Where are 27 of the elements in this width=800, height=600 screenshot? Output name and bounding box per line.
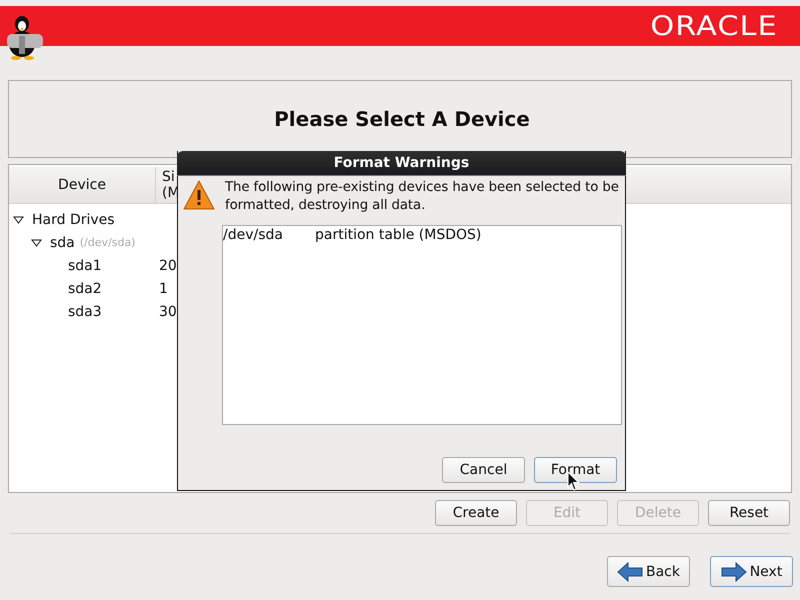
warning-message: The following pre-existing devices have been selected to be formatted, destroying all data. <box>225 179 619 215</box>
size-cell: 30 <box>159 304 177 320</box>
warning-icon <box>183 180 215 210</box>
page-title: Please Select A Device <box>273 107 530 131</box>
column-header[interactable]: Device <box>9 167 156 203</box>
back-button[interactable]: Back <box>607 556 690 587</box>
action-button[interactable]: Reset <box>708 500 790 526</box>
dialog-title: Format Warnings <box>334 155 470 171</box>
next-button[interactable]: Next <box>710 556 793 587</box>
description-cell: partition table (MSDOS) <box>315 227 482 243</box>
right-arrow-icon <box>720 562 747 582</box>
device-name[interactable]: sda3 <box>68 304 102 320</box>
expander-icon[interactable] <box>31 238 42 246</box>
device-name[interactable]: sda <box>50 234 75 250</box>
size-cell: 20 <box>159 258 177 274</box>
action-button[interactable]: Create <box>435 500 517 526</box>
dialog-button[interactable]: Format <box>534 457 617 483</box>
brand-logo: ORACLE <box>650 10 778 42</box>
device-path: (/dev/sda) <box>80 236 136 249</box>
device-name[interactable]: sda1 <box>68 258 102 274</box>
expander-icon[interactable] <box>13 216 24 224</box>
device-name[interactable]: Hard Drives <box>32 212 115 228</box>
device-cell-text: /dev/sda <box>223 227 284 243</box>
left-arrow-icon <box>617 562 643 582</box>
device-name[interactable]: sda2 <box>68 280 102 296</box>
dialog-button[interactable]: Cancel <box>442 457 525 483</box>
size-cell: 1 <box>159 280 168 296</box>
